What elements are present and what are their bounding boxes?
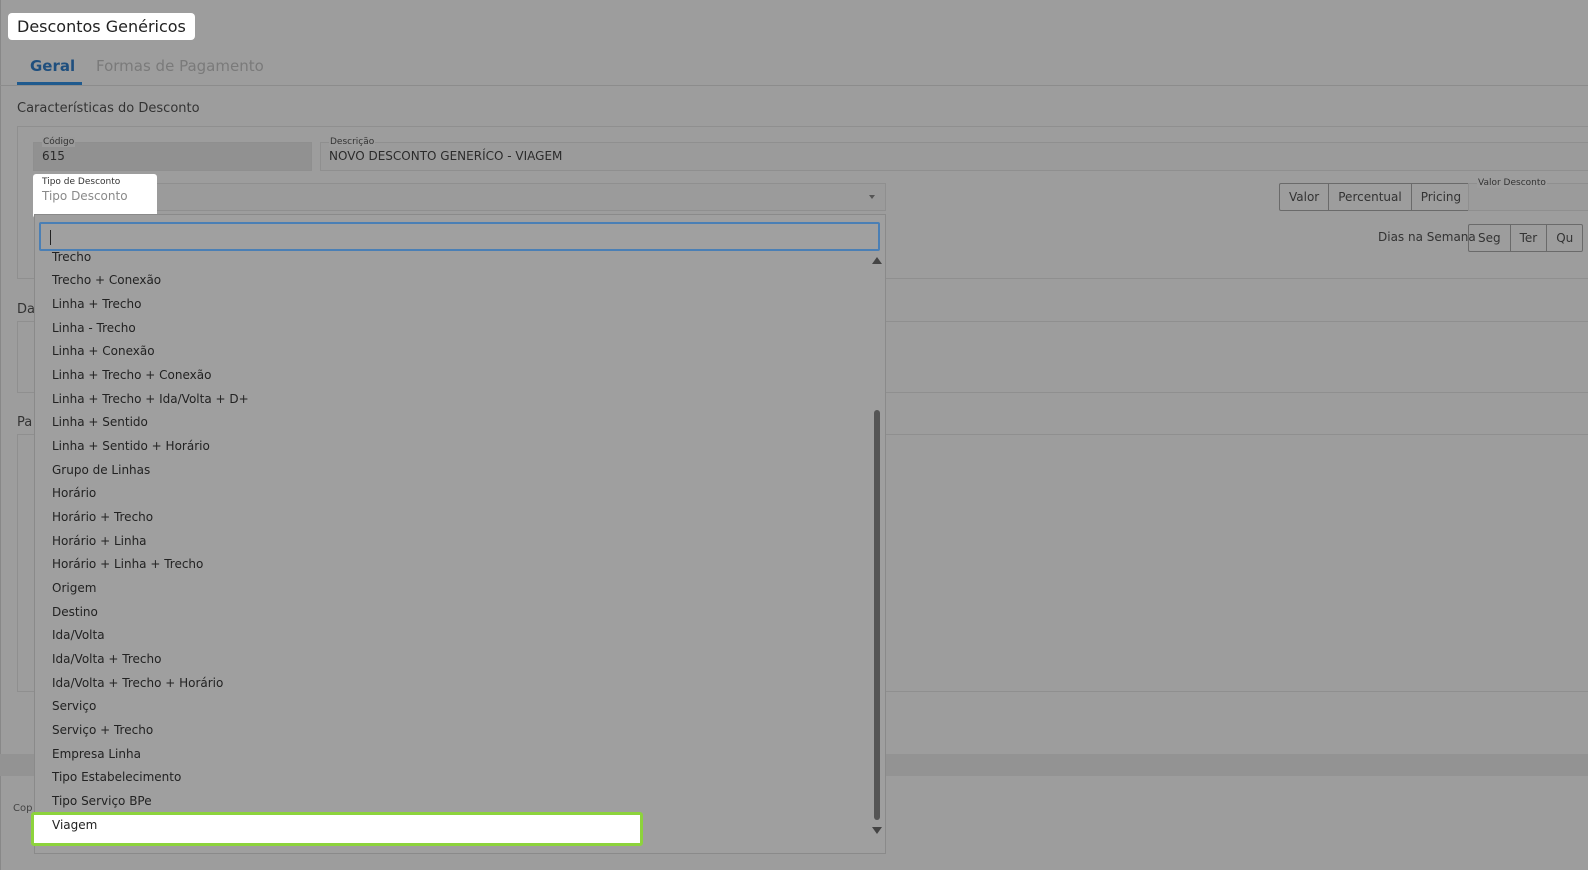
valor-button[interactable]: Valor — [1280, 184, 1330, 210]
scrollbar-thumb[interactable] — [874, 410, 880, 820]
scroll-down-arrow-icon[interactable] — [872, 827, 882, 834]
tipo-desconto-dropdown — [34, 214, 886, 854]
dropdown-option[interactable]: Linha + Sentido + Horário — [52, 438, 210, 454]
dropdown-option[interactable]: Horário + Linha — [52, 533, 147, 549]
dropdown-option[interactable]: Horário + Trecho — [52, 509, 153, 525]
valor-desconto-label: Valor Desconto — [1477, 178, 1547, 188]
valor-desconto-field[interactable]: Valor Desconto — [1468, 178, 1588, 211]
page-title: Descontos Genéricos — [8, 13, 195, 40]
tipo-desconto-label: Tipo de Desconto — [42, 177, 121, 187]
page: Descontos Genéricos Geral Formas de Paga… — [0, 0, 1588, 870]
value-type-toggle: Valor Percentual Pricing — [1279, 183, 1472, 211]
dropdown-option[interactable]: Linha - Trecho — [52, 320, 136, 336]
dropdown-option[interactable]: Serviço + Trecho — [52, 722, 153, 738]
tipo-desconto-placeholder: Tipo Desconto — [42, 189, 128, 203]
day-ter-button[interactable]: Ter — [1511, 225, 1548, 251]
percentual-button[interactable]: Percentual — [1329, 184, 1412, 210]
tabs-divider — [0, 85, 1588, 86]
dropdown-option-viagem[interactable]: Viagem — [52, 817, 97, 833]
section-3-title: Pa — [17, 415, 33, 430]
tab-formas-de-pagamento[interactable]: Formas de Pagamento — [96, 56, 264, 76]
dropdown-option[interactable]: Destino — [52, 604, 98, 620]
scroll-up-arrow-icon[interactable] — [872, 257, 882, 264]
day-qua-button[interactable]: Qu — [1547, 225, 1582, 251]
dropdown-option[interactable]: Tipo Estabelecimento — [52, 769, 181, 785]
section-2-title: Da — [17, 302, 35, 317]
dropdown-option[interactable]: Tipo Serviço BPe — [52, 793, 152, 809]
section-caracteristicas-title: Características do Desconto — [17, 101, 200, 116]
dropdown-option[interactable]: Ida/Volta + Trecho + Horário — [52, 675, 223, 691]
dropdown-option[interactable]: Linha + Conexão — [52, 343, 155, 359]
chevron-down-icon[interactable] — [869, 195, 875, 199]
descricao-value: NOVO DESCONTO GENERÍCO - VIAGEM — [329, 149, 563, 163]
descricao-field[interactable]: Descrição NOVO DESCONTO GENERÍCO - VIAGE… — [320, 137, 1588, 171]
dropdown-option[interactable]: Origem — [52, 580, 96, 596]
descricao-label: Descrição — [329, 137, 376, 147]
page-edge — [0, 0, 1, 870]
footer-text: Cop — [13, 803, 33, 814]
codigo-value: 615 — [42, 149, 65, 163]
dropdown-option[interactable]: Ida/Volta + Trecho — [52, 651, 161, 667]
dropdown-option-highlight[interactable] — [31, 812, 643, 846]
dropdown-option[interactable]: Linha + Sentido — [52, 414, 148, 430]
dropdown-option[interactable]: Ida/Volta — [52, 627, 105, 643]
dropdown-option[interactable]: Linha + Trecho — [52, 296, 141, 312]
dropdown-option[interactable]: Linha + Trecho + Conexão — [52, 367, 211, 383]
dropdown-option[interactable]: Horário + Linha + Trecho — [52, 556, 203, 572]
dropdown-option[interactable]: Trecho — [52, 249, 91, 265]
dropdown-option[interactable]: Empresa Linha — [52, 746, 141, 762]
pricing-button[interactable]: Pricing — [1412, 184, 1470, 210]
tipo-desconto-highlight: Tipo de Desconto Tipo Desconto — [33, 174, 157, 218]
dropdown-option[interactable]: Grupo de Linhas — [52, 462, 150, 478]
dropdown-option[interactable]: Horário — [52, 485, 96, 501]
dias-semana-label: Dias na Semana — [1378, 230, 1476, 244]
dropdown-option[interactable]: Linha + Trecho + Ida/Volta + D+ — [52, 391, 249, 407]
day-seg-button[interactable]: Seg — [1469, 225, 1511, 251]
codigo-field[interactable]: Código 615 — [33, 137, 312, 171]
dropdown-option[interactable]: Serviço — [52, 698, 96, 714]
tab-geral[interactable]: Geral — [30, 56, 75, 76]
tipo-desconto-select[interactable] — [33, 183, 886, 211]
codigo-label: Código — [42, 137, 76, 147]
dias-semana-toggle: Seg Ter Qu — [1468, 224, 1584, 252]
dropdown-option[interactable]: Trecho + Conexão — [52, 272, 161, 288]
text-cursor — [50, 230, 51, 245]
dropdown-search-input[interactable] — [39, 222, 880, 251]
